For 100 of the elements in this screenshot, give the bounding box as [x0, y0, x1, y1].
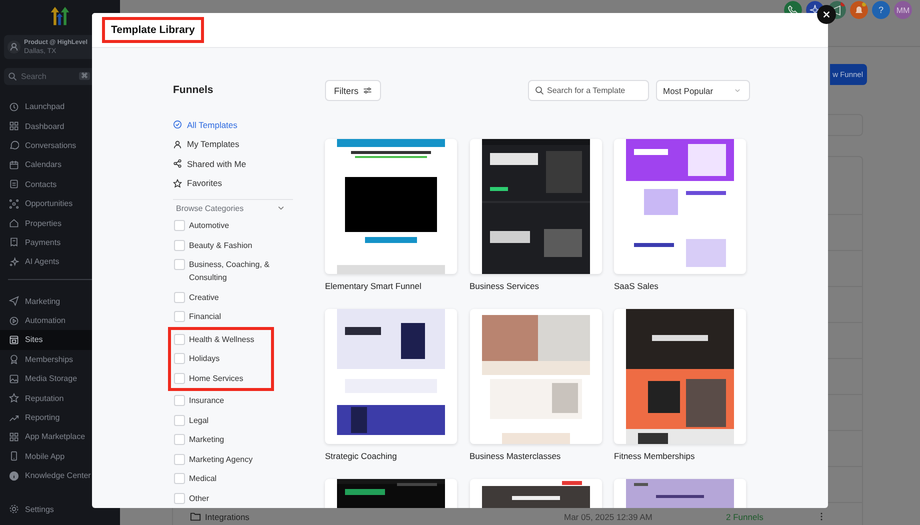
checkbox[interactable]	[174, 473, 185, 484]
help-button[interactable]: ?	[872, 1, 890, 19]
checkbox[interactable]	[174, 395, 185, 406]
nodes-icon	[9, 198, 19, 209]
nav-item[interactable]: Payments	[0, 232, 120, 252]
nav-item[interactable]: Properties	[0, 213, 120, 233]
circle-icon	[9, 102, 19, 112]
template-name[interactable]: Fitness Memberships	[614, 451, 746, 461]
checkbox[interactable]	[174, 414, 185, 426]
person-icon	[173, 140, 182, 149]
checkbox-label[interactable]: Creative	[189, 290, 219, 304]
nav-item[interactable]: Automation	[0, 310, 120, 330]
category-link[interactable]: Shared with Me	[173, 154, 293, 174]
checkbox[interactable]	[174, 292, 185, 303]
nav-item[interactable]: Reporting	[0, 408, 120, 428]
checkbox-label[interactable]: Automotive	[189, 219, 230, 232]
browse-categories-toggle[interactable]: Browse Categories	[173, 199, 293, 216]
table-cell-text: Mar 05, 2025 12:39 AM	[564, 512, 654, 522]
more-icon[interactable]	[820, 511, 823, 522]
nav-item[interactable]: Knowledge Center	[0, 466, 120, 486]
nav-item[interactable]: Conversations	[0, 136, 120, 156]
template-preview[interactable]	[470, 139, 602, 274]
category-link[interactable]: My Templates	[173, 134, 293, 154]
star-icon	[9, 393, 19, 404]
mobile-phone-icon	[9, 451, 19, 462]
checkbox-label[interactable]: Marketing	[189, 433, 224, 446]
info-icon	[9, 470, 19, 481]
checkbox[interactable]	[174, 434, 185, 446]
nav-item[interactable]: Reputation	[0, 388, 120, 408]
nav-item[interactable]: Media Storage	[0, 369, 120, 388]
template-search-field[interactable]: Search for a Template	[528, 80, 649, 101]
filters-button[interactable]: Filters	[325, 80, 380, 101]
gear-icon	[9, 504, 19, 514]
folder-icon	[190, 511, 201, 522]
receipt-icon	[9, 237, 19, 248]
browser-window-icon	[9, 334, 19, 345]
share-icon	[173, 159, 182, 168]
checkbox-label[interactable]: Holidays	[189, 352, 220, 366]
checkbox-label[interactable]: Other	[189, 492, 210, 505]
checkbox-label[interactable]: Business, Coaching, & Consulting	[189, 258, 271, 284]
card-icon	[9, 179, 19, 190]
nav-item[interactable]: App Marketplace	[0, 427, 120, 447]
star-icon	[173, 178, 182, 188]
house-icon	[9, 218, 19, 228]
sparkle-icon	[9, 256, 19, 267]
image-icon	[9, 374, 19, 384]
close-icon	[822, 10, 831, 19]
nav-item[interactable]: Dashboard	[0, 116, 120, 136]
nav-item[interactable]: Marketing	[0, 292, 120, 311]
checkbox[interactable]	[174, 240, 185, 251]
template-name[interactable]: SaaS Sales	[614, 281, 746, 291]
user-avatar[interactable]: MM	[894, 1, 912, 19]
play-circle-icon	[9, 316, 19, 326]
chat-bubble-icon	[9, 140, 19, 150]
nav-item[interactable]: Opportunities	[0, 194, 120, 214]
checkbox-label[interactable]: Insurance	[189, 394, 224, 408]
dialog-title: Template Library	[102, 17, 204, 43]
grid-icon	[9, 121, 19, 132]
nav-item[interactable]: Mobile App	[0, 446, 120, 466]
paper-plane-icon	[9, 296, 19, 306]
template-preview[interactable]	[325, 139, 457, 274]
logo-icon	[49, 5, 71, 27]
checkbox-label[interactable]: Medical	[189, 472, 217, 486]
template-preview[interactable]	[614, 309, 746, 444]
search-icon	[535, 86, 544, 95]
section-heading: Funnels	[173, 83, 214, 98]
template-preview[interactable]	[325, 309, 457, 444]
nav-item[interactable]: Memberships	[0, 350, 120, 370]
sort-dropdown[interactable]: Most Popular	[656, 80, 750, 101]
checkbox-label[interactable]: Beauty & Fashion	[189, 238, 252, 252]
checkbox-label[interactable]: Marketing Agency	[189, 452, 253, 466]
nav-item[interactable]: Contacts	[0, 174, 120, 194]
sliders-icon	[362, 86, 372, 95]
checkbox[interactable]	[174, 492, 185, 504]
template-name[interactable]: Business Masterclasses	[470, 451, 602, 461]
grid-icon	[9, 432, 19, 442]
template-name[interactable]: Strategic Coaching	[325, 451, 457, 461]
user-avatar-icon	[7, 40, 21, 54]
nav-item[interactable]: AI Agents	[0, 252, 120, 272]
template-name[interactable]: Business Services	[470, 281, 602, 291]
checkbox[interactable]	[174, 454, 185, 465]
search-icon	[8, 72, 17, 81]
trend-line-icon	[9, 412, 19, 423]
checkbox[interactable]	[174, 311, 185, 322]
checkbox-label[interactable]: Legal	[189, 414, 209, 427]
category-link[interactable]: Favorites	[173, 174, 293, 193]
check-circle-icon	[173, 120, 182, 130]
template-name[interactable]: Elementary Smart Funnel	[325, 281, 457, 291]
nav-item[interactable]: Calendars	[0, 155, 120, 175]
checkbox[interactable]	[174, 353, 185, 364]
chevron-icon	[277, 204, 285, 212]
folder-name[interactable]: Integrations	[205, 512, 564, 522]
checkbox-label[interactable]: Financial	[189, 310, 222, 324]
nav-item[interactable]: Launchpad	[0, 97, 120, 116]
checkbox[interactable]	[174, 259, 185, 270]
checkbox[interactable]	[174, 220, 185, 232]
checkbox[interactable]	[174, 334, 185, 345]
category-link[interactable]: All Templates	[173, 115, 293, 134]
checkbox[interactable]	[174, 372, 185, 384]
settings-item[interactable]: Settings	[0, 500, 120, 519]
